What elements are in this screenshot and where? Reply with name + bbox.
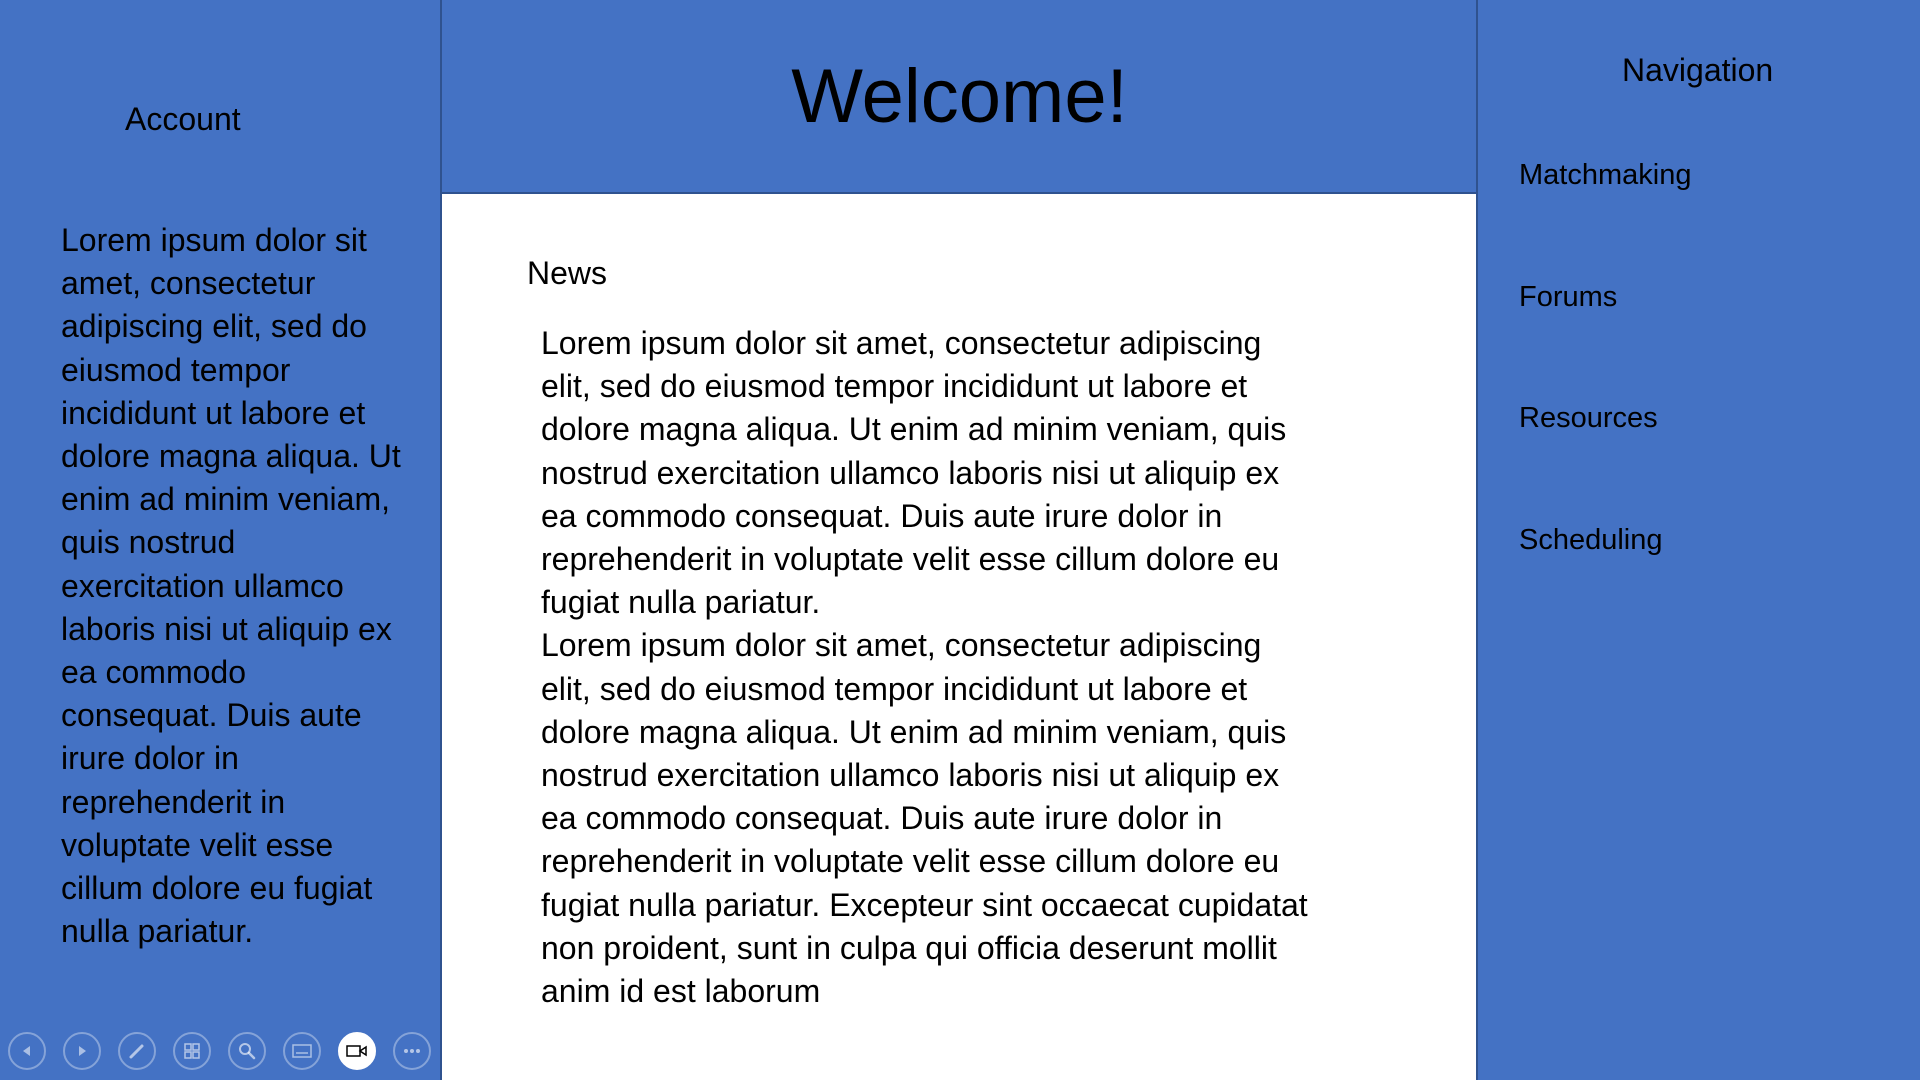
slides-grid-icon <box>184 1043 200 1059</box>
zoom-icon <box>239 1043 256 1060</box>
presentation-slide: Account Lorem ipsum dolor sit amet, cons… <box>0 0 1920 1080</box>
camera-toggle-button[interactable] <box>338 1032 376 1070</box>
previous-icon <box>23 1046 30 1056</box>
account-panel: Account Lorem ipsum dolor sit amet, cons… <box>0 0 442 1080</box>
next-slide-button[interactable] <box>63 1032 101 1070</box>
more-options-button[interactable] <box>393 1032 431 1070</box>
previous-slide-button[interactable] <box>8 1032 46 1070</box>
subtitles-button[interactable] <box>283 1032 321 1070</box>
more-options-icon <box>404 1049 420 1053</box>
account-title: Account <box>125 101 241 137</box>
zoom-button[interactable] <box>228 1032 266 1070</box>
nav-item-forums[interactable]: Forums <box>1519 279 1617 315</box>
see-all-slides-button[interactable] <box>173 1032 211 1070</box>
news-paragraph: Lorem ipsum dolor sit amet, consectetur … <box>541 627 1308 1010</box>
next-icon <box>79 1046 86 1056</box>
nav-item-scheduling[interactable]: Scheduling <box>1519 522 1663 558</box>
news-body: Lorem ipsum dolor sit amet, consectetur … <box>541 322 1311 1013</box>
navigation-panel: Navigation Matchmaking Forums Resources … <box>1476 0 1920 1080</box>
news-title: News <box>527 255 608 291</box>
welcome-title: Welcome! <box>791 54 1128 139</box>
account-text: Lorem ipsum dolor sit amet, consectetur … <box>61 222 401 950</box>
pen-tool-button[interactable] <box>118 1032 156 1070</box>
welcome-header: Welcome! <box>442 0 1477 194</box>
camera-icon <box>346 1045 367 1057</box>
slideshow-toolbar <box>8 1032 431 1072</box>
nav-item-resources[interactable]: Resources <box>1519 400 1658 436</box>
navigation-title: Navigation <box>1622 52 1774 88</box>
subtitles-icon <box>292 1044 312 1058</box>
news-paragraph: Lorem ipsum dolor sit amet, consectetur … <box>541 325 1287 621</box>
pen-icon <box>129 1044 144 1059</box>
nav-item-matchmaking[interactable]: Matchmaking <box>1519 157 1691 193</box>
